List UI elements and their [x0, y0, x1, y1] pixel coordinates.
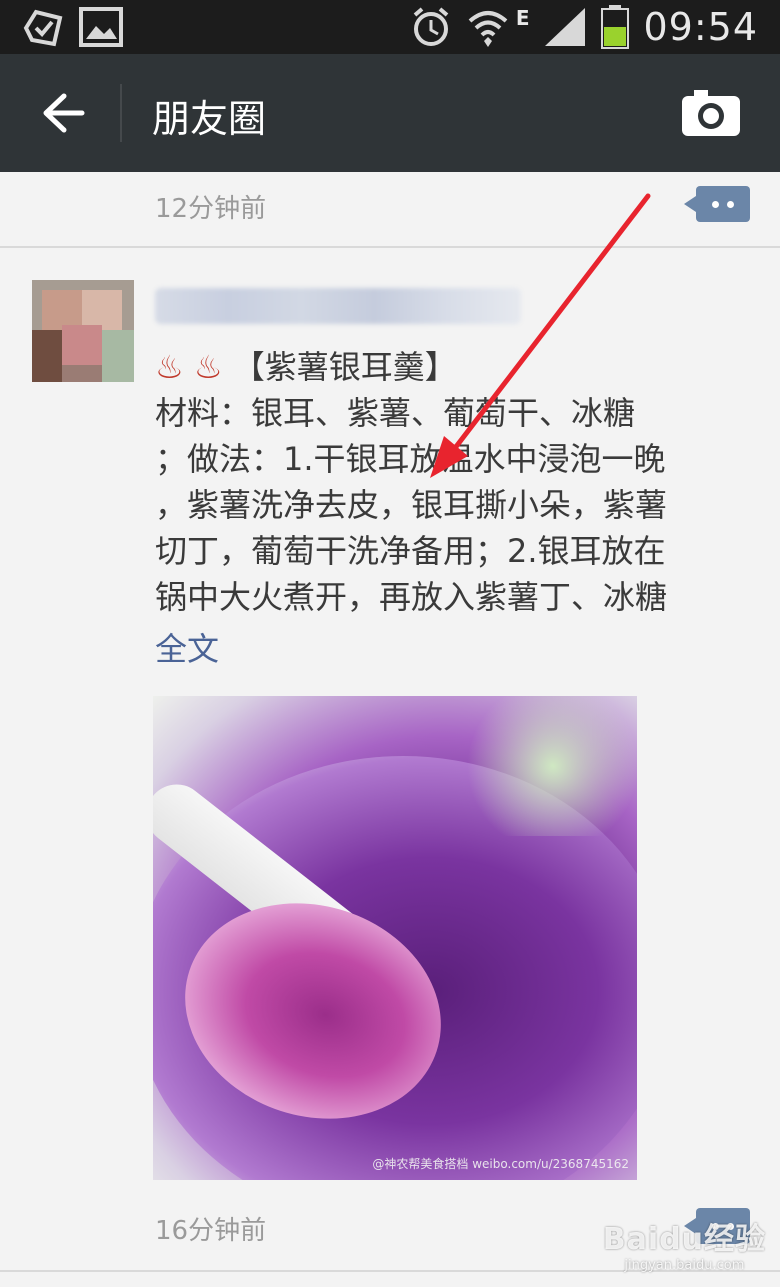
photo-watermark: @神农帮美食搭档 weibo.com/u/2368745162	[372, 1157, 629, 1171]
camera-icon	[682, 90, 740, 136]
avatar[interactable]	[32, 280, 134, 382]
battery-icon	[601, 5, 630, 49]
previous-post-time: 12分钟前	[155, 194, 267, 224]
notification-app-icon	[23, 9, 63, 47]
wifi-icon	[468, 11, 508, 47]
camera-button[interactable]	[680, 88, 742, 138]
post-photo[interactable]: @神农帮美食搭档 weibo.com/u/2368745162	[153, 696, 637, 1180]
status-right-icons: E 09:54	[410, 2, 758, 52]
previous-post-footer: 12分钟前	[0, 172, 780, 248]
author-name[interactable]	[155, 288, 521, 324]
alarm-icon	[413, 7, 449, 46]
full-text-link[interactable]: 全文	[155, 624, 219, 670]
nav-bar: 朋友圈	[0, 54, 780, 172]
page-title: 朋友圈	[152, 97, 267, 141]
back-button[interactable]	[26, 84, 90, 142]
baidu-watermark: Baidu经验 jingyan.baidu.com	[603, 1214, 766, 1273]
gallery-icon	[79, 7, 123, 47]
moments-feed: 12分钟前 ♨ ♨ 【紫薯银耳羹】 材料：银耳、紫薯、葡萄干、冰糖 ；做法：1.…	[0, 172, 780, 1287]
signal-icon	[545, 8, 586, 46]
hot-springs-emoji: ♨ ♨	[155, 348, 223, 386]
post-time: 16分钟前	[155, 1216, 267, 1246]
status-time: 09:54	[643, 5, 758, 49]
network-type-label: E	[515, 6, 530, 30]
watermark-url: jingyan.baidu.com	[624, 1258, 745, 1273]
nav-divider	[120, 84, 122, 142]
status-bar: E 09:54	[0, 0, 780, 54]
status-left-icons	[20, 6, 124, 50]
watermark-brand: Baidu经验	[602, 1222, 766, 1257]
back-arrow-icon	[43, 93, 85, 133]
comment-button[interactable]	[684, 186, 750, 222]
post-content: ♨ ♨ 【紫薯银耳羹】 材料：银耳、紫薯、葡萄干、冰糖 ；做法：1.干银耳放温水…	[155, 348, 668, 616]
